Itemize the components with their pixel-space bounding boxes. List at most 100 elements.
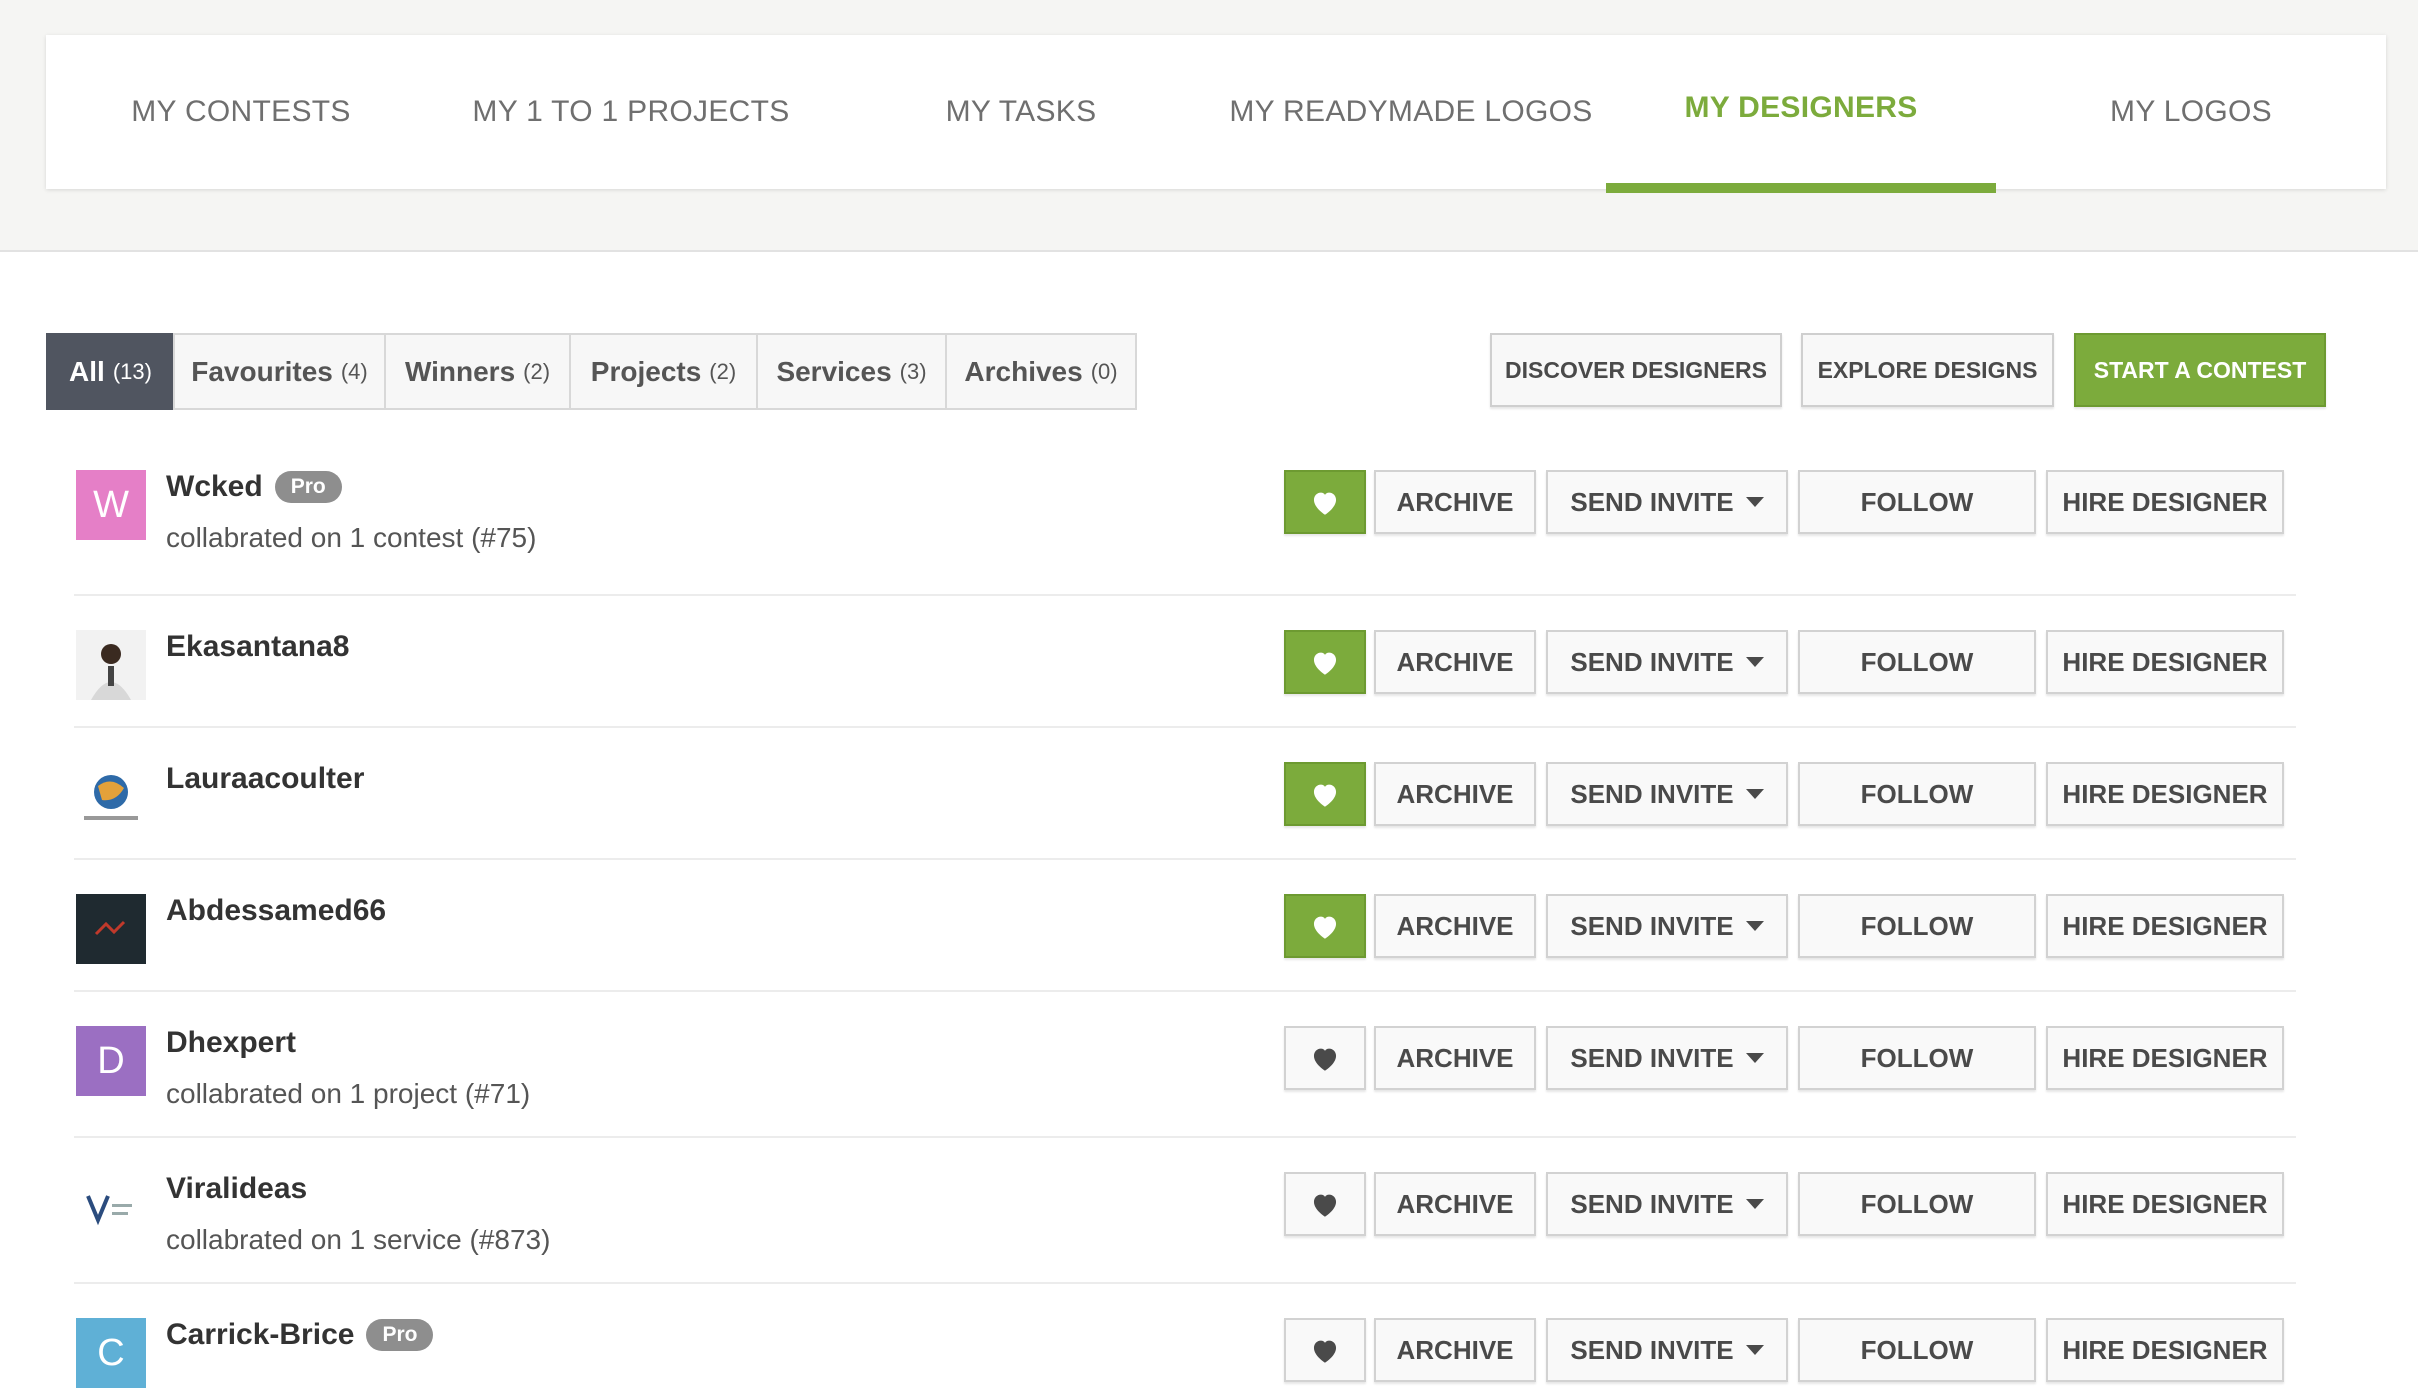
hire-designer-button[interactable]: HIRE DESIGNER: [2046, 762, 2284, 826]
favourite-button[interactable]: [1284, 894, 1366, 958]
avatar-letter: W: [93, 483, 129, 526]
heart-icon: [1313, 916, 1337, 939]
designer-avatar[interactable]: [76, 1172, 146, 1242]
hire-designer-button[interactable]: HIRE DESIGNER: [2046, 630, 2284, 694]
tab-my-1-to-1-projects[interactable]: MY 1 TO 1 PROJECTS: [436, 35, 826, 189]
start-a-contest-button[interactable]: START A CONTEST: [2074, 333, 2326, 407]
avatar-letter: C: [97, 1331, 125, 1374]
top-navigation-band: MY CONTESTS MY 1 TO 1 PROJECTS MY TASKS …: [0, 0, 2418, 252]
designer-name-text: Carrick-Brice: [166, 1318, 355, 1351]
hire-designer-button[interactable]: HIRE DESIGNER: [2046, 470, 2284, 534]
filter-projects[interactable]: Projects (2): [569, 333, 758, 410]
heart-icon: [1313, 1194, 1337, 1217]
filter-count: (2): [709, 358, 737, 384]
favourite-button[interactable]: [1284, 762, 1366, 826]
designer-name[interactable]: Carrick-Brice Pro: [166, 1318, 434, 1352]
send-invite-dropdown[interactable]: SEND INVITE: [1546, 1026, 1788, 1090]
archive-button[interactable]: ARCHIVE: [1374, 470, 1536, 534]
send-invite-label: SEND INVITE: [1570, 646, 1734, 677]
follow-button[interactable]: FOLLOW: [1798, 1026, 2036, 1090]
follow-button[interactable]: FOLLOW: [1798, 762, 2036, 826]
filter-count: (0): [1090, 358, 1118, 384]
favourite-button[interactable]: [1284, 630, 1366, 694]
archive-button[interactable]: ARCHIVE: [1374, 630, 1536, 694]
designer-row: Viralideas collabrated on 1 service (#873…: [74, 1172, 2296, 1255]
tab-my-logos[interactable]: MY LOGOS: [1996, 35, 2386, 189]
send-invite-dropdown[interactable]: SEND INVITE: [1546, 1318, 1788, 1382]
archive-button[interactable]: ARCHIVE: [1374, 894, 1536, 958]
row-divider: [74, 1136, 2296, 1138]
globe-logo-image: [76, 762, 146, 832]
follow-button[interactable]: FOLLOW: [1798, 1172, 2036, 1236]
designer-name[interactable]: Wcked Pro: [166, 470, 342, 504]
archive-button[interactable]: ARCHIVE: [1374, 1026, 1536, 1090]
filter-services[interactable]: Services (3): [756, 333, 947, 410]
send-invite-label: SEND INVITE: [1570, 778, 1734, 809]
designer-row: D Dhexpert collabrated on 1 project (#71) A…: [74, 1026, 2296, 1109]
send-invite-dropdown[interactable]: SEND INVITE: [1546, 470, 1788, 534]
tab-my-tasks[interactable]: MY TASKS: [826, 35, 1216, 189]
designer-name[interactable]: Dhexpert: [166, 1026, 296, 1060]
designer-name[interactable]: Viralideas: [166, 1172, 307, 1206]
favourite-button[interactable]: [1284, 1318, 1366, 1382]
explore-designs-button[interactable]: EXPLORE DESIGNS: [1801, 333, 2054, 407]
archive-button[interactable]: ARCHIVE: [1374, 1318, 1536, 1382]
follow-button[interactable]: FOLLOW: [1798, 630, 2036, 694]
caret-down-icon: [1745, 789, 1764, 799]
favourite-button[interactable]: [1284, 1172, 1366, 1236]
send-invite-dropdown[interactable]: SEND INVITE: [1546, 894, 1788, 958]
tab-my-contests[interactable]: MY CONTESTS: [46, 35, 436, 189]
hire-designer-button[interactable]: HIRE DESIGNER: [2046, 894, 2284, 958]
designer-avatar[interactable]: [76, 630, 146, 700]
designer-name[interactable]: Abdessamed66: [166, 894, 386, 928]
archive-button[interactable]: ARCHIVE: [1374, 762, 1536, 826]
heart-icon: [1313, 492, 1337, 515]
send-invite-dropdown[interactable]: SEND INVITE: [1546, 630, 1788, 694]
filter-count: (13): [112, 358, 152, 384]
archive-button[interactable]: ARCHIVE: [1374, 1172, 1536, 1236]
send-invite-label: SEND INVITE: [1570, 1188, 1734, 1219]
tab-my-readymade-logos[interactable]: MY READYMADE LOGOS: [1216, 35, 1606, 189]
filter-winners[interactable]: Winners (2): [384, 333, 571, 410]
favourite-button[interactable]: [1284, 470, 1366, 534]
row-divider: [74, 1282, 2296, 1284]
designer-avatar[interactable]: [76, 894, 146, 964]
designer-avatar[interactable]: W: [76, 470, 146, 540]
designer-avatar[interactable]: [76, 762, 146, 832]
filter-label: Services: [776, 355, 892, 387]
caret-down-icon: [1745, 1199, 1764, 1209]
hire-designer-button[interactable]: HIRE DESIGNER: [2046, 1318, 2284, 1382]
filter-all[interactable]: All (13): [46, 333, 175, 410]
designer-avatar[interactable]: D: [76, 1026, 146, 1096]
filter-favourites[interactable]: Favourites (4): [173, 333, 386, 410]
follow-button[interactable]: FOLLOW: [1798, 1318, 2036, 1382]
designer-name[interactable]: Ekasantana8: [166, 630, 349, 664]
filter-label: Archives: [964, 355, 1083, 387]
filter-count: (2): [523, 358, 551, 384]
caret-down-icon: [1745, 921, 1764, 931]
favourite-button[interactable]: [1284, 1026, 1366, 1090]
designer-row: Lauraacoulter ARCHIVE SEND INVITE FOLLOW HIR…: [74, 762, 2296, 842]
discover-designers-button[interactable]: DISCOVER DESIGNERS: [1490, 333, 1782, 407]
designer-name-text: Viralideas: [166, 1172, 308, 1205]
heart-icon: [1313, 784, 1337, 807]
tab-my-designers[interactable]: MY DESIGNERS: [1606, 35, 1996, 189]
designer-row: Ekasantana8 ARCHIVE SEND INVITE FOLLOW HIRE …: [74, 630, 2296, 710]
heart-icon: [1313, 1340, 1337, 1363]
active-tab-indicator: [1606, 183, 1996, 193]
filter-count: (4): [340, 358, 368, 384]
filter-count: (3): [899, 358, 927, 384]
pro-badge: Pro: [274, 471, 342, 503]
send-invite-dropdown[interactable]: SEND INVITE: [1546, 762, 1788, 826]
send-invite-dropdown[interactable]: SEND INVITE: [1546, 1172, 1788, 1236]
filter-archives[interactable]: Archives (0): [945, 333, 1137, 410]
follow-button[interactable]: FOLLOW: [1798, 470, 2036, 534]
hire-designer-button[interactable]: HIRE DESIGNER: [2046, 1026, 2284, 1090]
hire-designer-button[interactable]: HIRE DESIGNER: [2046, 1172, 2284, 1236]
follow-button[interactable]: FOLLOW: [1798, 894, 2036, 958]
designer-avatar[interactable]: C: [76, 1318, 146, 1388]
collaboration-info: collabrated on 1 contest (#75): [166, 522, 537, 553]
designer-name[interactable]: Lauraacoulter: [166, 762, 364, 796]
collaboration-info: collabrated on 1 service (#873): [166, 1224, 551, 1255]
avatar-letter: D: [97, 1039, 125, 1082]
